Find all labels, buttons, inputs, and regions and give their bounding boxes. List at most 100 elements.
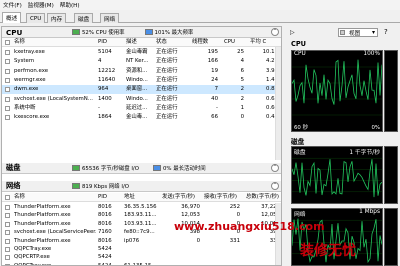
- table-row[interactable]: QQPCTray.exe 5424 61.135.15...: [2, 262, 281, 266]
- row-checkbox[interactable]: [5, 213, 10, 219]
- table-cell: kxetray.exe: [14, 49, 45, 55]
- row-checkbox[interactable]: [5, 105, 10, 111]
- menu-monitor[interactable]: 监视器(M): [25, 1, 57, 9]
- table-row[interactable]: svchost.exe (LocalSystemN... 1400 Windo...…: [2, 95, 281, 104]
- table-row[interactable]: QQPCTray.exe54241: [2, 245, 281, 254]
- table-cell: 2: [240, 86, 244, 93]
- network-scrollbar[interactable]: [275, 203, 281, 265]
- col-recv[interactable]: 接收(字节/秒): [204, 193, 242, 202]
- table-row[interactable]: kxetray.exe 5104 金山毒霸 正在运行 195 25 10.18: [2, 48, 281, 57]
- table-cell: 331: [229, 237, 240, 244]
- table-cell: ThunderPlatform.exe: [14, 212, 71, 219]
- col-avg-cpu[interactable]: 平均 C: [250, 38, 276, 47]
- view-dropdown[interactable]: 视图 ▾: [338, 28, 378, 37]
- table-row[interactable]: ThunderPlatform.exe 8016 36.35.5.156 36,970…: [2, 203, 281, 212]
- table-cell: 61.135.15...: [124, 262, 157, 266]
- table-cell: 正在运行: [156, 49, 178, 55]
- cpu-scrollbar[interactable]: [275, 47, 281, 160]
- tab-memory[interactable]: 内存: [47, 13, 67, 23]
- network-section-header[interactable]: 网络 819 Kbps 网络 I/O ˄: [2, 181, 281, 192]
- tab-overview[interactable]: 概述: [2, 12, 22, 23]
- cpu-section-header[interactable]: CPU 52% CPU 使用率 101% 最大频率 ˄: [2, 27, 281, 38]
- table-cell: fe80::7c9...: [124, 229, 155, 236]
- col-name[interactable]: 名称: [14, 193, 94, 202]
- table-cell: 桌面窗...: [126, 86, 148, 93]
- row-checkbox[interactable]: [5, 230, 10, 236]
- select-all-checkbox[interactable]: [5, 195, 10, 200]
- table-cell: 8016: [98, 220, 112, 227]
- collapse-icon[interactable]: ˄: [271, 182, 279, 190]
- col-name[interactable]: 名称: [14, 38, 94, 47]
- table-row[interactable]: System 4 NT Ker... 正在运行 166 4 4.27: [2, 57, 281, 66]
- table-cell: 5424: [98, 262, 112, 266]
- table-row[interactable]: 系统中断 - 延迟过... 正在运行 - 1 0.60: [2, 104, 281, 113]
- col-send[interactable]: 发送(字节/秒): [162, 193, 202, 202]
- cpu-freq-swatch: [144, 29, 153, 35]
- row-checkbox[interactable]: [5, 77, 10, 83]
- menu-help[interactable]: 帮助(H): [57, 1, 83, 9]
- col-pid[interactable]: PID: [98, 193, 120, 202]
- collapse-icon[interactable]: ˄: [271, 28, 279, 36]
- col-status[interactable]: 状态: [156, 38, 184, 47]
- row-checkbox[interactable]: [5, 50, 10, 55]
- view-icon: [340, 30, 345, 35]
- col-desc[interactable]: 描述: [126, 38, 152, 47]
- col-total[interactable]: 总数(字节/秒): [246, 193, 281, 202]
- disk-active-text: 0% 最长活动时间: [163, 166, 206, 172]
- table-cell: 11640: [98, 76, 116, 83]
- table-cell: 964: [98, 86, 109, 93]
- row-checkbox[interactable]: [5, 87, 10, 93]
- select-all-checkbox[interactable]: [5, 40, 10, 45]
- table-cell: 1: [240, 104, 244, 111]
- table-row[interactable]: ThunderPlatform.exe 8016 183.93.11... 12,05…: [2, 211, 281, 220]
- row-checkbox[interactable]: [5, 68, 10, 74]
- table-cell: 资源和...: [126, 67, 148, 74]
- tab-disk[interactable]: 磁盘: [74, 13, 94, 23]
- table-row[interactable]: kxescore.exe 1864 金山毒... 正在运行 66 0 0.45: [2, 113, 281, 122]
- col-threads[interactable]: 线程数: [192, 38, 216, 47]
- row-checkbox[interactable]: [5, 221, 10, 227]
- tab-network[interactable]: 网络: [100, 13, 120, 23]
- expand-icon[interactable]: ˅: [271, 164, 279, 172]
- col-cpu[interactable]: CPU: [224, 38, 242, 47]
- cpu-freq-text: 101% 最大频率: [154, 30, 194, 36]
- table-row[interactable]: perfmon.exe 12212 资源和... 正在运行 19 6 3.95: [2, 67, 281, 76]
- row-checkbox[interactable]: [5, 96, 10, 102]
- table-cell: 12,053: [181, 212, 200, 219]
- table-cell: 103.93.11...: [124, 220, 157, 227]
- row-checkbox[interactable]: [5, 59, 10, 65]
- cpu-usage-line: [292, 59, 382, 116]
- row-checkbox[interactable]: [5, 247, 10, 252]
- col-pid[interactable]: PID: [98, 38, 120, 47]
- table-cell: ThunderPlatform.exe: [14, 237, 71, 244]
- chevron-down-icon: ▾: [371, 29, 375, 36]
- table-cell: dwm.exe: [14, 86, 39, 93]
- row-checkbox[interactable]: [5, 115, 10, 121]
- tab-cpu[interactable]: CPU: [26, 13, 46, 23]
- menu-file[interactable]: 文件(F): [0, 1, 25, 9]
- watermark-url: www.zhuangxiu518.com: [174, 220, 325, 233]
- row-checkbox[interactable]: [5, 205, 10, 210]
- table-cell: NT Ker...: [126, 58, 149, 65]
- row-checkbox[interactable]: [5, 238, 10, 244]
- table-row[interactable]: QQPCRTP.exe 5424: [2, 253, 281, 262]
- table-cell: 正在运行: [156, 76, 178, 83]
- row-checkbox[interactable]: [5, 255, 10, 261]
- table-row[interactable]: ThunderPlatform.exe8016ip0760331331: [2, 237, 281, 246]
- table-cell: QQPCTray.exe: [14, 246, 52, 252]
- cpu-graph-min: 0%: [371, 125, 380, 131]
- table-cell: Windo...: [126, 95, 148, 102]
- table-row[interactable]: dwm.exe 964 桌面窗... 正在运行 7 2 0.82: [2, 85, 281, 94]
- table-cell: QQPCRTP.exe: [14, 254, 50, 261]
- table-cell: 19: [211, 67, 218, 74]
- right-panel-nav[interactable]: ▷: [290, 29, 295, 36]
- table-row[interactable]: wermgr.exe 11640 Windo... 正在运行 24 5 1.41: [2, 76, 281, 85]
- table-cell: [162, 262, 200, 265]
- table-cell: ThunderPlatform.exe: [14, 204, 71, 210]
- col-address[interactable]: 地址: [124, 193, 158, 202]
- disk-section-header[interactable]: 磁盘 65536 字节/秒磁盘 I/O 0% 最长活动时间 ˅: [2, 163, 281, 174]
- help-icon[interactable]: ?: [384, 28, 388, 36]
- table-cell: Windo...: [126, 76, 148, 83]
- table-cell: 正在运行: [156, 86, 178, 93]
- cpu-usage-text: 52% CPU 使用率: [82, 30, 125, 36]
